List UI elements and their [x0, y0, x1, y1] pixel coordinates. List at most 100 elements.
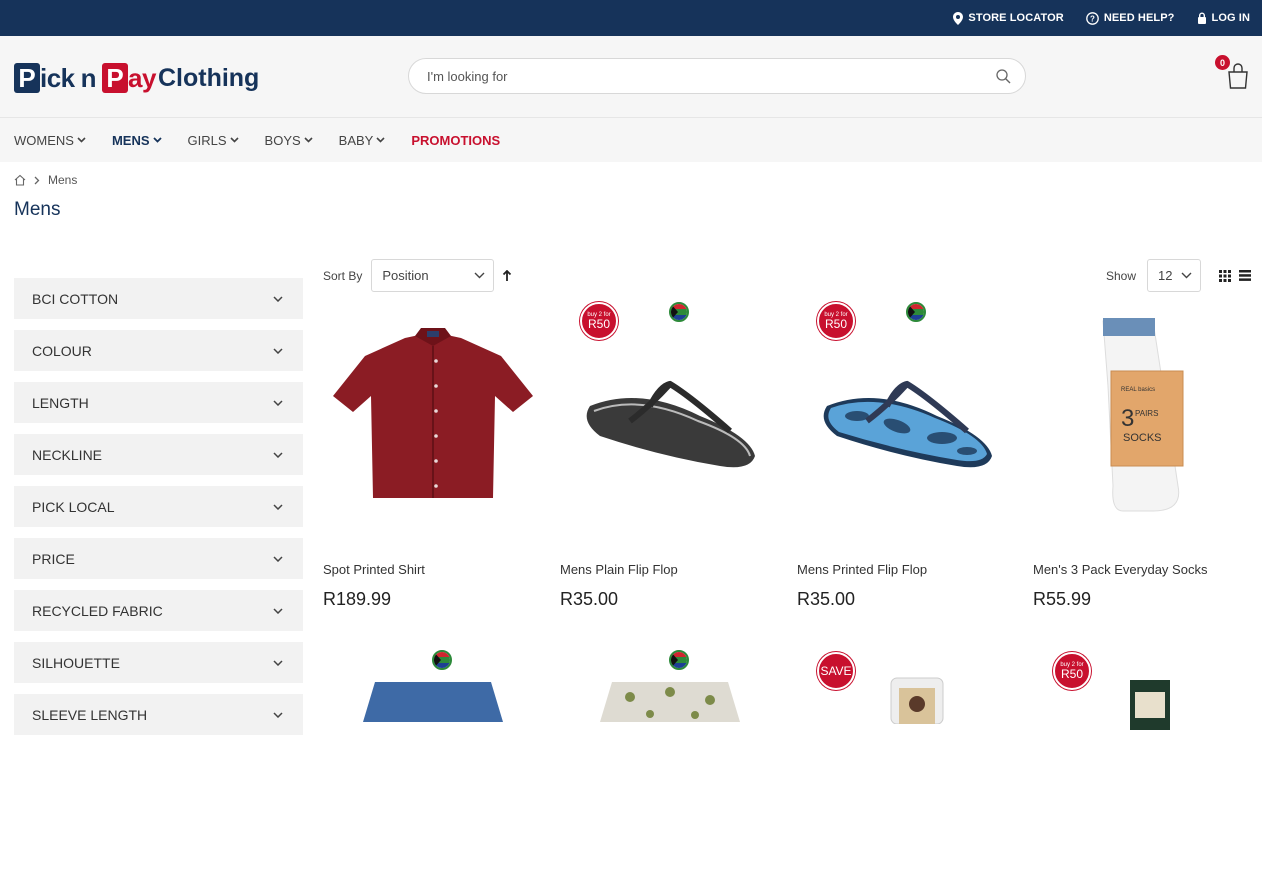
help-circle-icon: ? [1085, 11, 1099, 25]
main-nav: WOMENS MENS GIRLS BOYS BABY PROMOTIONS [0, 117, 1262, 162]
home-icon[interactable] [14, 174, 26, 186]
nav-item-boys[interactable]: BOYS [265, 133, 313, 148]
filter-recycled-fabric[interactable]: RECYCLED FABRIC [14, 590, 303, 631]
svg-text:?: ? [1090, 14, 1095, 23]
chevron-down-icon [273, 399, 283, 406]
filter-pick-local[interactable]: PICK LOCAL [14, 486, 303, 527]
proudly-local-icon [906, 302, 926, 322]
log-in-link[interactable]: LOG IN [1197, 12, 1251, 24]
chevron-down-icon [1181, 272, 1192, 279]
nav-item-label: PROMOTIONS [411, 132, 501, 148]
filter-silhouette[interactable]: SILHOUETTE [14, 642, 303, 683]
store-locator-label: STORE LOCATOR [968, 12, 1064, 24]
cart-button[interactable]: 0 [1215, 55, 1250, 90]
page-title: Mens [14, 199, 61, 220]
chevron-down-icon [273, 503, 283, 510]
chevron-down-icon [229, 137, 239, 143]
sort-by-select[interactable]: Position [371, 259, 495, 292]
proudly-local-icon [669, 302, 689, 322]
filter-label: NECKLINE [32, 446, 103, 463]
map-pin-icon [953, 11, 964, 25]
product-image-socks-dark[interactable]: buy 2 for R50 [1033, 648, 1253, 888]
sort-by-value: Position [382, 268, 429, 283]
product-card[interactable]: buy 2 for R50 Mens Plain Flip Flop R35.00 [560, 296, 780, 610]
filter-label: PRICE [32, 550, 75, 567]
grid-view-icon[interactable] [1219, 269, 1231, 282]
site-header: P ick n P ay Clothing 0 [0, 36, 1262, 117]
product-card[interactable]: Spot Printed Shirt R189.99 [323, 296, 543, 610]
nav-item-womens[interactable]: WOMENS [14, 133, 86, 148]
logo-p-box-red: P [102, 63, 129, 93]
search-bar [408, 58, 1026, 94]
search-icon[interactable] [996, 68, 1011, 84]
nav-item-mens[interactable]: MENS [112, 133, 162, 148]
chevron-right-icon [34, 176, 40, 184]
product-image-plain-flip-flop[interactable]: buy 2 for R50 [560, 296, 780, 536]
shopping-bag-icon [1228, 63, 1248, 89]
product-card[interactable] [560, 648, 780, 888]
product-price: R55.99 [1033, 589, 1092, 609]
sort-direction-arrow-icon[interactable] [502, 269, 512, 282]
product-price: R35.00 [797, 589, 856, 609]
logo-text-ay: ay [128, 62, 156, 93]
chevron-down-icon [474, 272, 485, 279]
store-locator-link[interactable]: STORE LOCATOR [953, 11, 1064, 25]
logo-text-n: n [80, 62, 97, 93]
product-card[interactable]: SAVE [797, 648, 1017, 888]
filter-label: COLOUR [32, 342, 92, 359]
logo-text-ick: ick [40, 62, 75, 93]
product-name[interactable]: Men's 3 Pack Everyday Socks [1033, 562, 1253, 577]
product-name[interactable]: Mens Plain Flip Flop [560, 562, 780, 577]
svg-text:REAL basics: REAL basics [1121, 387, 1155, 393]
nav-item-baby[interactable]: BABY [339, 133, 386, 148]
product-name[interactable]: Mens Printed Flip Flop [797, 562, 1017, 577]
svg-text:SOCKS: SOCKS [1123, 432, 1162, 444]
chevron-down-icon [77, 137, 86, 143]
filter-length[interactable]: LENGTH [14, 382, 303, 423]
nav-item-promotions[interactable]: PROMOTIONS [411, 133, 500, 148]
product-image-boxed-gift[interactable]: SAVE [797, 648, 1017, 888]
filter-label: BCI COTTON [32, 290, 119, 307]
filter-colour[interactable]: COLOUR [14, 330, 303, 371]
chevron-down-icon [273, 555, 283, 562]
logo-p-box: P [14, 63, 40, 93]
chevron-down-icon [152, 137, 162, 143]
product-image-shorts-white[interactable] [560, 648, 780, 888]
filter-price[interactable]: PRICE [14, 538, 303, 579]
chevron-down-icon [273, 347, 283, 354]
proudly-local-icon [432, 650, 452, 670]
filter-neckline[interactable]: NECKLINE [14, 434, 303, 475]
chevron-down-icon [273, 711, 283, 718]
filter-bci-cotton[interactable]: BCI COTTON [14, 278, 303, 319]
show-label: Show [1105, 268, 1136, 283]
need-help-label: NEED HELP? [1103, 12, 1175, 24]
filter-label: LENGTH [32, 394, 89, 411]
product-image-shirt[interactable] [323, 296, 543, 536]
breadcrumb: Mens [14, 173, 77, 187]
need-help-link[interactable]: ? NEED HELP? [1085, 11, 1175, 25]
product-image-socks[interactable]: REAL basics 3 PAIRS SOCKS [1033, 296, 1253, 536]
breadcrumb-current: Mens [48, 173, 78, 187]
top-utility-bar: STORE LOCATOR ? NEED HELP? LOG IN [0, 0, 1262, 36]
nav-item-label: BABY [338, 132, 374, 148]
chevron-down-icon [376, 137, 385, 143]
sort-by-label: Sort By [323, 268, 363, 283]
product-card[interactable]: REAL basics 3 PAIRS SOCKS Men's 3 Pack E… [1033, 296, 1253, 610]
lock-icon [1197, 12, 1206, 24]
product-card[interactable] [323, 648, 543, 888]
product-card[interactable]: buy 2 for R50 [1033, 648, 1253, 888]
show-count-select[interactable]: 12 [1147, 259, 1201, 292]
search-input[interactable] [427, 68, 996, 84]
product-image-printed-flip-flop[interactable]: buy 2 for R50 [797, 296, 1017, 536]
site-logo[interactable]: P ick n P ay Clothing [14, 61, 259, 95]
list-view-icon[interactable] [1239, 270, 1251, 281]
filter-label: SILHOUETTE [32, 654, 120, 671]
product-name[interactable]: Spot Printed Shirt [323, 562, 543, 577]
product-image-shorts-blue[interactable] [323, 648, 543, 888]
nav-item-girls[interactable]: GIRLS [188, 133, 239, 148]
promo-badge: buy 2 for R50 [817, 302, 855, 340]
product-card[interactable]: buy 2 for R50 Mens Printed Flip Flop R35.… [797, 296, 1017, 610]
promo-badge: buy 2 for R50 [580, 302, 618, 340]
filter-sleeve-length[interactable]: SLEEVE LENGTH [14, 694, 303, 735]
promo-badge: buy 2 for R50 [1053, 652, 1091, 690]
